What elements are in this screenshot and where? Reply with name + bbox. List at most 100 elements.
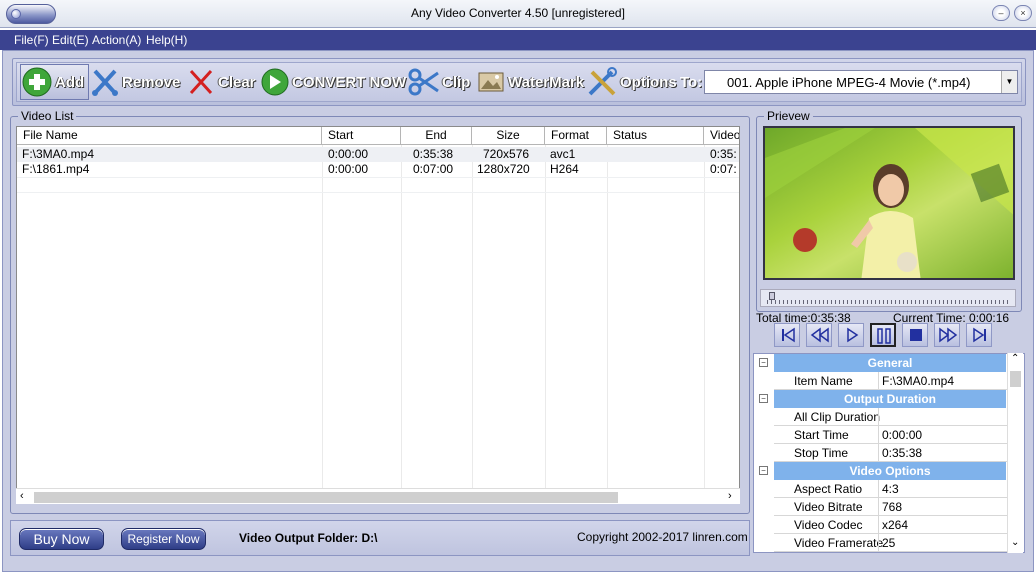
vertical-scrollbar[interactable]: ⌃ ⌄ xyxy=(1007,353,1023,553)
property-value[interactable]: 768 xyxy=(882,498,902,516)
cell-end: 0:07:00 xyxy=(413,162,454,176)
column-header-end[interactable]: End xyxy=(401,127,472,145)
cell-format: H264 xyxy=(550,162,579,176)
property-value[interactable]: 25 xyxy=(882,534,895,552)
watermark-icon xyxy=(478,72,504,92)
property-row[interactable]: Video Framerate 25 xyxy=(754,534,1010,552)
register-now-button[interactable]: Register Now xyxy=(121,528,206,550)
property-divider xyxy=(878,372,879,390)
property-gutter xyxy=(754,408,774,426)
property-value[interactable]: 0:35:38 xyxy=(882,444,922,462)
property-divider xyxy=(878,534,879,552)
remove-icon xyxy=(92,69,118,96)
column-header-size[interactable]: Size xyxy=(472,127,545,145)
property-row[interactable]: Start Time 0:00:00 xyxy=(754,426,1010,444)
property-row[interactable]: Item Name F:\3MA0.mp4 xyxy=(754,372,1010,390)
fast-forward-button[interactable] xyxy=(934,323,960,347)
property-label: Aspect Ratio xyxy=(794,482,863,496)
property-row[interactable]: All Clip Duration xyxy=(754,408,1010,426)
property-divider xyxy=(878,426,879,444)
collapse-icon[interactable]: − xyxy=(759,358,768,367)
seek-handle[interactable] xyxy=(769,292,776,300)
property-gutter xyxy=(754,444,774,462)
skip-end-button[interactable] xyxy=(966,323,992,347)
table-row[interactable]: F:\3MA0.mp4 0:00:00 0:35:38 720x576 avc1… xyxy=(17,147,739,162)
preview-title: Prievew xyxy=(764,109,813,123)
seek-slider[interactable] xyxy=(760,289,1016,307)
property-gutter xyxy=(754,426,774,444)
scroll-thumb[interactable] xyxy=(34,492,618,503)
property-row[interactable]: Video Bitrate 768 xyxy=(754,498,1010,516)
property-divider xyxy=(878,498,879,516)
cell-file-name: F:\3MA0.mp4 xyxy=(22,147,95,161)
column-header-status[interactable]: Status xyxy=(607,127,704,145)
column-header-video[interactable]: Video xyxy=(704,127,739,145)
scroll-right-icon[interactable]: › xyxy=(728,490,732,502)
rewind-button[interactable] xyxy=(806,323,832,347)
property-value[interactable]: 0:00:00 xyxy=(882,426,922,444)
menu-edit[interactable]: Edit(E) xyxy=(52,33,89,47)
convert-label: CONVERT NOW xyxy=(292,73,407,91)
tools-icon xyxy=(588,67,617,96)
property-value[interactable]: 4:3 xyxy=(882,480,899,498)
property-label: Stop Time xyxy=(794,446,849,460)
collapse-icon[interactable]: − xyxy=(759,466,768,475)
property-gutter xyxy=(754,516,774,534)
property-value[interactable]: F:\3MA0.mp4 xyxy=(882,372,954,390)
property-value[interactable]: x264 xyxy=(882,516,908,534)
cell-file-name: F:\1861.mp4 xyxy=(22,162,90,176)
skip-end-icon xyxy=(973,327,986,343)
cell-format: avc1 xyxy=(550,147,576,161)
convert-now-button[interactable]: CONVERT NOW xyxy=(260,64,406,100)
watermark-button[interactable]: WaterMark xyxy=(476,64,584,100)
remove-label: Remove xyxy=(122,73,181,91)
table-row[interactable]: F:\1861.mp4 0:00:00 0:07:00 1280x720 H26… xyxy=(17,162,739,177)
scroll-up-icon[interactable]: ⌃ xyxy=(1011,353,1019,364)
buy-now-button[interactable]: Buy Now xyxy=(19,528,104,550)
add-label: Add xyxy=(55,73,85,91)
clear-icon xyxy=(189,69,213,95)
close-icon[interactable]: × xyxy=(1014,5,1032,21)
menu-action[interactable]: Action(A) xyxy=(92,33,141,47)
menu-file[interactable]: File(F) xyxy=(14,33,49,47)
horizontal-scrollbar[interactable]: ‹ › xyxy=(16,488,740,504)
scroll-left-icon[interactable]: ‹ xyxy=(20,490,24,502)
properties-panel: − General Item Name F:\3MA0.mp4− Output Dura… xyxy=(753,353,1025,553)
watermark-label: WaterMark xyxy=(508,73,585,91)
property-category[interactable]: − General xyxy=(754,354,1010,372)
playback-controls xyxy=(774,323,1000,347)
clip-button[interactable]: Clip xyxy=(408,64,470,100)
remove-button[interactable]: Remove xyxy=(90,64,180,100)
column-header-start[interactable]: Start xyxy=(322,127,401,145)
cell-video: 0:07: xyxy=(710,162,737,176)
column-header-format[interactable]: Format xyxy=(545,127,607,145)
collapse-icon[interactable]: − xyxy=(759,394,768,403)
chevron-down-icon[interactable]: ▼ xyxy=(1001,71,1017,93)
property-divider xyxy=(878,480,879,498)
row-divider xyxy=(17,192,739,193)
stop-button[interactable] xyxy=(902,323,928,347)
skip-start-button[interactable] xyxy=(774,323,800,347)
scroll-down-icon[interactable]: ⌄ xyxy=(1011,537,1019,548)
add-button[interactable]: Add xyxy=(20,64,90,100)
property-category[interactable]: − Video Options xyxy=(754,462,1010,480)
options-button[interactable]: Options xyxy=(586,64,677,100)
scroll-thumb[interactable] xyxy=(1010,371,1021,387)
grid-line xyxy=(607,145,608,491)
column-header-file-name[interactable]: File Name xyxy=(17,127,322,145)
pause-button[interactable] xyxy=(870,323,896,347)
play-button[interactable] xyxy=(838,323,864,347)
menu-bar: File(F) Edit(E) Action(A) Help(H) xyxy=(0,30,1036,50)
grid-line xyxy=(545,145,546,491)
property-row[interactable]: Aspect Ratio 4:3 xyxy=(754,480,1010,498)
seek-ticks xyxy=(767,300,1009,304)
video-preview xyxy=(763,126,1015,280)
minimize-icon[interactable]: – xyxy=(992,5,1010,21)
clear-button[interactable]: Clear xyxy=(186,64,256,100)
property-gutter xyxy=(754,534,774,552)
property-row[interactable]: Stop Time 0:35:38 xyxy=(754,444,1010,462)
menu-help[interactable]: Help(H) xyxy=(146,33,187,47)
output-format-select[interactable]: 001. Apple iPhone MPEG-4 Movie (*.mp4) ▼ xyxy=(704,70,1018,94)
property-category[interactable]: − Output Duration xyxy=(754,390,1010,408)
property-row[interactable]: Video Codec x264 xyxy=(754,516,1010,534)
